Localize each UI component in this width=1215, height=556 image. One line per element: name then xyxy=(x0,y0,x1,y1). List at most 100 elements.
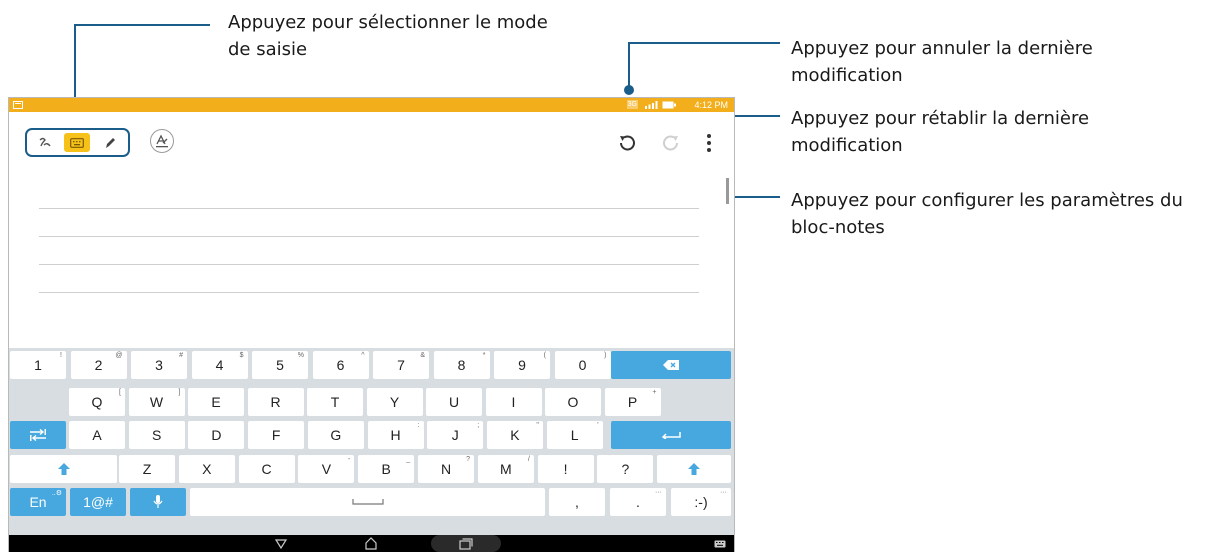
key-label: W xyxy=(149,394,164,410)
key-hint: ..⚙ xyxy=(51,490,62,497)
key-C[interactable]: C xyxy=(238,455,295,483)
space-key[interactable] xyxy=(190,488,545,516)
emoji-key[interactable]: :-) ··· xyxy=(671,488,731,516)
key-label: A xyxy=(92,427,102,443)
key-hint: ? xyxy=(466,456,470,463)
handwriting-icon xyxy=(39,137,51,146)
key-0[interactable]: 0) xyxy=(554,351,611,379)
key-U[interactable]: U xyxy=(426,388,482,416)
tab-key[interactable] xyxy=(10,421,66,449)
more-options-button[interactable] xyxy=(703,132,715,154)
key-label: P xyxy=(627,394,638,410)
key-label: 4 xyxy=(215,357,224,373)
callout-dot xyxy=(624,85,634,95)
symbols-key[interactable]: 1@# xyxy=(70,488,126,516)
voice-input-key[interactable] xyxy=(130,488,186,516)
key-O[interactable]: O xyxy=(545,388,601,416)
pen-mode-button[interactable] xyxy=(97,133,123,152)
key-D[interactable]: D xyxy=(188,421,245,449)
key-hint: * xyxy=(482,352,486,359)
key-label: L xyxy=(570,427,579,443)
note-line xyxy=(39,208,699,209)
key-8[interactable]: 8 * xyxy=(433,351,490,379)
text-format-button[interactable] xyxy=(150,129,174,153)
key-3[interactable]: 3 # xyxy=(131,351,187,379)
key-hint: ··· xyxy=(720,489,727,496)
undo-button[interactable] xyxy=(616,132,638,154)
key-L[interactable]: L ' xyxy=(546,421,603,449)
handwriting-mode-button[interactable] xyxy=(32,133,58,152)
space-icon xyxy=(351,498,384,506)
key-Y[interactable]: Y xyxy=(366,388,423,416)
key-H[interactable]: H: xyxy=(367,421,424,449)
key-X[interactable]: X xyxy=(178,455,235,483)
key-label: :-) xyxy=(694,494,708,510)
text-format-icon xyxy=(156,134,168,148)
note-toolbar xyxy=(9,112,734,172)
key-B[interactable]: B _ xyxy=(358,455,415,483)
key-question[interactable]: ? xyxy=(597,455,654,483)
microphone-icon xyxy=(153,495,163,509)
key-label: Z xyxy=(142,461,152,477)
key-K[interactable]: K " xyxy=(486,421,543,449)
key-M[interactable]: M / xyxy=(477,455,534,483)
key-label: N xyxy=(440,461,452,477)
recent-apps-button[interactable] xyxy=(431,535,501,552)
key-A[interactable]: A xyxy=(69,421,125,449)
key-W[interactable]: W] xyxy=(128,388,185,416)
key-label: B xyxy=(381,461,391,477)
status-time: 4:12 PM xyxy=(694,100,728,110)
period-key[interactable]: . ··· xyxy=(610,488,666,516)
redo-button[interactable] xyxy=(660,132,682,154)
shift-left-key[interactable] xyxy=(10,455,117,483)
key-S[interactable]: S xyxy=(128,421,185,449)
key-label: 0 xyxy=(578,357,587,373)
key-2[interactable]: 2 @ xyxy=(70,351,127,379)
scrollbar-thumb[interactable] xyxy=(726,178,729,204)
key-exclamation[interactable]: ! xyxy=(537,455,594,483)
key-4[interactable]: 4 $ xyxy=(191,351,248,379)
key-V[interactable]: V- xyxy=(298,455,355,483)
language-key[interactable]: En ..⚙ xyxy=(10,488,66,516)
key-G[interactable]: G xyxy=(307,421,364,449)
enter-key[interactable] xyxy=(611,421,731,449)
tablet-screen: 3G 4:12 PM 1 ! 2 @ 3 # 4 $ 5 % 6 ^ 7 & 8… xyxy=(8,97,735,552)
key-N[interactable]: N? xyxy=(418,455,474,483)
key-label: R xyxy=(270,394,281,410)
key-E[interactable]: E xyxy=(188,388,244,416)
key-J[interactable]: J; xyxy=(427,421,484,449)
key-9[interactable]: 9( xyxy=(494,351,550,379)
keyboard-mode-button[interactable] xyxy=(64,133,90,152)
key-label: 7 xyxy=(397,357,405,373)
key-R[interactable]: R xyxy=(247,388,304,416)
key-hint: ] xyxy=(178,389,181,396)
key-label: , xyxy=(575,494,579,510)
key-6[interactable]: 6 ^ xyxy=(312,351,369,379)
comma-key[interactable]: , xyxy=(549,488,605,516)
key-hint: ; xyxy=(477,422,480,429)
key-1[interactable]: 1! xyxy=(10,351,66,379)
keyboard-switch-icon[interactable] xyxy=(714,540,726,548)
key-label: 9 xyxy=(518,357,526,373)
key-P[interactable]: P + xyxy=(604,388,661,416)
key-I[interactable]: I xyxy=(485,388,542,416)
shift-icon xyxy=(688,463,700,475)
key-label: 5 xyxy=(276,357,284,373)
shift-right-key[interactable] xyxy=(657,455,731,483)
key-T[interactable]: T xyxy=(307,388,363,416)
key-Z[interactable]: Z xyxy=(119,455,175,483)
key-label: E xyxy=(211,394,221,410)
backspace-icon xyxy=(663,360,679,370)
key-5[interactable]: 5% xyxy=(252,351,308,379)
home-icon[interactable] xyxy=(364,537,378,550)
key-hint: _ xyxy=(406,456,411,463)
battery-icon xyxy=(662,101,676,109)
key-F[interactable]: F xyxy=(248,421,305,449)
key-label: S xyxy=(152,427,162,443)
back-icon[interactable] xyxy=(275,538,287,549)
backspace-key[interactable] xyxy=(611,351,731,379)
key-7[interactable]: 7 & xyxy=(373,351,429,379)
key-Q[interactable]: Q[ xyxy=(69,388,125,416)
note-writing-area[interactable] xyxy=(9,172,734,387)
key-hint: [ xyxy=(119,389,121,396)
